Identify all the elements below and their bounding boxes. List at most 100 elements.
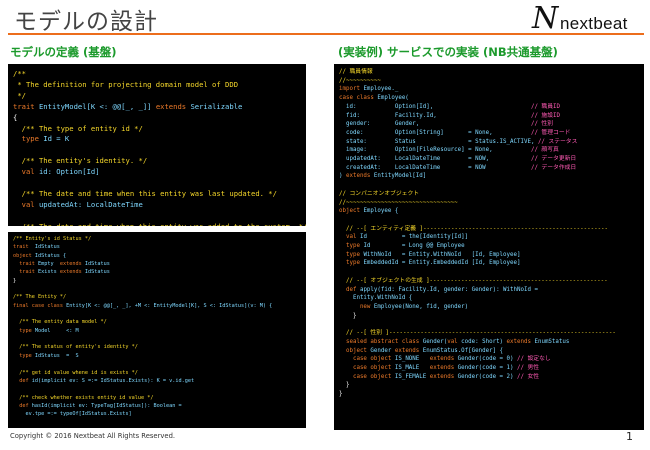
code-token: // --[ 性別 ]-----------------------------… — [339, 330, 616, 337]
code-token: def — [339, 286, 360, 293]
code-token: hasId(implicit ev: TypeTag[IdStatus]): B… — [31, 402, 182, 409]
code-line: def id(implicit ev: S =:= IdStatus.Exist… — [13, 377, 301, 385]
code-line: /** Entity's id Status */ — [13, 235, 301, 243]
code-token: extends — [429, 356, 458, 363]
code-line: type Model <: M — [13, 327, 301, 335]
code-token: Gender(code = 1) — [457, 364, 518, 371]
code-line: /** check whether exists entity id value… — [13, 394, 301, 402]
code-line: fid: Facility.Id, // 施設ID — [339, 112, 639, 121]
code-token: IS_NONE — [394, 356, 430, 363]
code-line: import Employee._ — [339, 85, 639, 94]
code-line: ev.tpe =:= typeOf[IdStatus.Exists] — [13, 410, 301, 418]
code-line: final case class Entity[K <: @@[_, _], +… — [13, 302, 301, 310]
code-token: state: Status = Status.IS_ACTIVE, — [339, 138, 538, 145]
code-line: createdAt: LocalDateTime = NOW // データ作成日 — [339, 164, 639, 173]
code-token: code: Option[String] = None, — [339, 129, 531, 136]
code-token: //~~~~~~~~~~~~~~~~~~~~~~~~~~~~~~~~ — [339, 199, 458, 206]
code-line: /** — [13, 69, 301, 80]
code-token: */ — [13, 90, 26, 100]
code-token: id(implicit ev: S =:= IdStatus.Exists): … — [31, 377, 195, 384]
code-token: Serializable — [190, 101, 243, 111]
code-token: code: Short) — [461, 338, 507, 345]
code-line: // 職員情報 — [339, 68, 639, 77]
code-token: val — [447, 338, 462, 345]
code-token: Id = K — [43, 134, 70, 144]
code-token: Employee(None, fid, gender) — [373, 303, 469, 310]
code-line: updatedAt: LocalDateTime = NOW, // データ更新… — [339, 155, 639, 164]
code-token: /** Entity's id Status */ — [13, 236, 92, 242]
code-token: id: Option[Id], — [339, 103, 531, 110]
code-token: IdStatus — [84, 269, 110, 276]
code-line: /** The date and time when this entity w… — [13, 222, 306, 226]
code-token: IdStatus = S — [34, 352, 79, 359]
code-token: type — [339, 243, 364, 250]
code-token: type — [339, 251, 364, 258]
code-token: Entity.WithNoId { — [339, 295, 413, 302]
code-token: EntityModel[K <: @@[_, _]] — [38, 101, 156, 111]
right-section-heading: (実装例) サービスでの実装 (NB共通基盤) — [338, 45, 558, 59]
code-line: state: Status = Status.IS_ACTIVE, // ステー… — [339, 138, 639, 147]
code-line: Entity.WithNoId { — [339, 294, 639, 303]
code-token: extends — [429, 364, 458, 371]
code-token: val — [13, 199, 39, 209]
code-token: id: Option[Id] — [38, 167, 100, 177]
code-line: ​ — [339, 320, 639, 329]
code-token: Employee._ — [363, 86, 399, 93]
code-line: type IdStatus = S — [13, 352, 301, 360]
code-token: object — [339, 347, 371, 354]
code-token: type — [13, 327, 35, 334]
code-block-entity: /** Entity's id Status */ trait IdStatus o… — [8, 232, 306, 428]
code-line: ​ — [13, 310, 301, 318]
logo-text: nextbeat — [560, 14, 628, 33]
code-token: // 顔写真 — [530, 147, 559, 154]
code-line: } — [339, 312, 639, 321]
code-line: * The definition for projecting domain m… — [13, 80, 301, 91]
code-token: // --[ エンティティ定義 ]-----------------------… — [339, 225, 609, 232]
code-line: // --[ オブジェクトの生成 ]----------------------… — [339, 277, 639, 286]
code-token: EnumStatus — [534, 338, 570, 345]
code-line: /** The date and time when this entity w… — [13, 189, 301, 200]
code-token: } — [339, 312, 357, 319]
code-token: val — [13, 167, 39, 177]
code-line: code: Option[String] = None, // 管理コード — [339, 129, 639, 138]
code-line: /** The entity's identity. */ — [13, 156, 301, 167]
code-token: ev.tpe =:= typeOf[IdStatus.Exists] — [13, 411, 132, 418]
code-line: object Employee { — [339, 207, 639, 216]
code-token: /** The entity data model */ — [13, 319, 107, 326]
code-token: // 性別 — [530, 121, 554, 128]
code-line: type Id = K — [13, 134, 301, 145]
code-line: */ — [13, 91, 301, 102]
code-token: extends — [429, 373, 458, 380]
code-token: Gender — [370, 347, 395, 354]
code-line: ​ — [13, 335, 301, 343]
code-token: extends — [155, 101, 191, 111]
code-block-entity-model: /** * The definition for projecting doma… — [8, 64, 306, 226]
code-token: /** get id value whene id is exists */ — [13, 369, 138, 376]
code-token: ) — [339, 173, 346, 180]
code-line: image: Option[FileResource] = None, // 顔… — [339, 146, 639, 155]
code-token: // ステータス — [537, 138, 578, 145]
code-token: createdAt: LocalDateTime = NOW — [339, 164, 531, 171]
code-line: type WithNoId = Entity.WithNoId [Id, Emp… — [339, 251, 639, 260]
code-token: Gender( — [422, 338, 448, 345]
code-line: ​ — [13, 178, 301, 189]
code-token: object — [339, 208, 364, 215]
code-token: trait — [13, 244, 35, 251]
code-token: final case class — [13, 302, 67, 309]
logo-mark: N — [532, 1, 559, 36]
code-line: val Id = the[Identity[Id]] — [339, 233, 639, 242]
code-line: def apply(fid: Facility.Id, gender: Gend… — [339, 286, 639, 295]
code-token: object — [13, 252, 35, 259]
code-token: // データ更新日 — [530, 156, 577, 163]
code-line: /** get id value whene id is exists */ — [13, 369, 301, 377]
code-token: EmbeddedId = Entity.EmbeddedId [Id, Empl… — [363, 260, 521, 267]
code-token: trait — [13, 269, 38, 276]
code-line: ​ — [13, 385, 301, 393]
code-line: ​ — [13, 285, 301, 293]
code-token: // 管理コード — [530, 129, 571, 136]
code-token: case class — [339, 95, 378, 102]
code-token: type — [13, 352, 35, 359]
code-line: gender: Gender, // 性別 — [339, 120, 639, 129]
code-token: // 職員ID — [530, 103, 560, 110]
code-token: /** The date and time when this entity w… — [13, 222, 306, 226]
